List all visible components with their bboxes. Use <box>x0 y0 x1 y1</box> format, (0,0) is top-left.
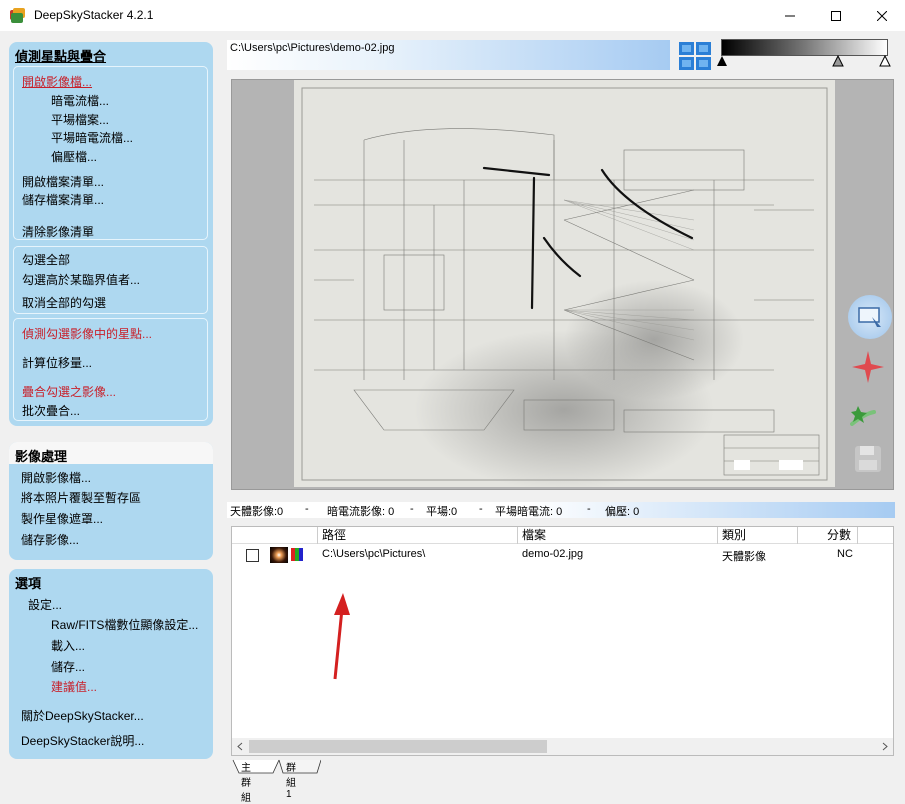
settings-link[interactable]: 設定... <box>28 596 62 613</box>
comet-tool[interactable] <box>848 391 888 431</box>
status-separator: - <box>587 503 591 515</box>
light-count: 天體影像:0 <box>230 506 284 518</box>
row-path: C:\Users\pc\Pictures\ <box>322 548 426 560</box>
check-all-link[interactable]: 勾選全部 <box>22 251 70 268</box>
row-type: 天體影像 <box>722 551 766 563</box>
black-point-slider[interactable] <box>717 56 727 66</box>
window-title: DeepSkyStacker 4.2.1 <box>34 8 154 22</box>
row-checkbox[interactable] <box>246 549 259 562</box>
tab-main-group[interactable]: 主群組 <box>241 759 251 804</box>
check-above-link[interactable]: 勾選高於某臨界值者... <box>22 271 140 288</box>
register-panel: 偵測星點與疊合 開啟影像檔... 暗電流檔... 平場檔案... 平場暗電流檔.… <box>9 42 213 426</box>
scrollbar-thumb[interactable] <box>249 740 547 753</box>
select-rect-tool[interactable] <box>848 295 892 339</box>
stack-group: 偵測勾選影像中的星點... 計算位移量... 疊合勾選之影像... 批次疊合..… <box>13 318 208 421</box>
comet-icon <box>850 406 876 426</box>
copy-to-clipboard-link[interactable]: 將本照片覆製至暫存區 <box>21 489 141 506</box>
offset-count: 偏壓: 0 <box>605 506 640 518</box>
flat-files-link[interactable]: 平場檔案... <box>51 111 109 128</box>
flat-count: 平場:0 <box>426 506 458 518</box>
table-header: 路徑 檔案 類別 分數 <box>232 527 893 544</box>
client-area: 偵測星點與疊合 開啟影像檔... 暗電流檔... 平場檔案... 平場暗電流檔.… <box>0 31 905 804</box>
four-corners-icon[interactable] <box>678 41 712 71</box>
stack-checked-link[interactable]: 疊合勾選之影像... <box>22 383 116 400</box>
status-separator: - <box>305 503 309 515</box>
red-arrow-annotation <box>333 593 350 680</box>
register-checked-link[interactable]: 偵測勾選影像中的星點... <box>22 325 152 342</box>
file-count-status: 天體影像:0 - 暗電流影像: 0 - 平場:0 - 平場暗電流: 0 - 偏壓… <box>227 502 895 518</box>
title-bar: DeepSkyStacker 4.2.1 <box>0 0 905 31</box>
status-separator: - <box>479 503 483 515</box>
image-path-bar: C:\Users\pc\Pictures\demo-02.jpg <box>227 40 670 70</box>
tab-group-1[interactable]: 群組 1 <box>286 759 296 800</box>
image-path: C:\Users\pc\Pictures\demo-02.jpg <box>230 42 395 54</box>
help-link[interactable]: DeepSkyStacker說明... <box>21 732 144 749</box>
file-list-table: 路徑 檔案 類別 分數 C:\Users\pc\Pictures\ demo-0… <box>231 526 894 756</box>
scroll-right-icon[interactable] <box>881 742 889 751</box>
save-settings-link[interactable]: 儲存... <box>51 658 85 675</box>
processing-heading: 影像處理 <box>15 449 68 464</box>
midtone-slider[interactable] <box>832 55 844 67</box>
load-settings-link[interactable]: 載入... <box>51 637 85 654</box>
clear-list-link[interactable]: 清除影像清單 <box>22 223 94 240</box>
status-separator: - <box>410 503 414 515</box>
create-starmask-link[interactable]: 製作星像遮罩... <box>21 510 103 527</box>
select-rectangle-icon <box>858 307 881 327</box>
table-row[interactable]: C:\Users\pc\Pictures\ demo-02.jpg 天體影像 N… <box>232 545 893 566</box>
register-heading: 偵測星點與疊合 <box>15 49 107 64</box>
rgb-color-icon <box>291 548 303 561</box>
scroll-left-icon[interactable] <box>236 742 244 751</box>
batch-stacking-link[interactable]: 批次疊合... <box>22 402 80 419</box>
star-point-icon <box>852 351 884 383</box>
image-viewer[interactable] <box>231 79 894 490</box>
dark-flat-files-link[interactable]: 平場暗電流檔... <box>51 129 133 146</box>
row-file: demo-02.jpg <box>522 548 584 560</box>
horizontal-scrollbar[interactable] <box>232 738 893 755</box>
open-file-list-link[interactable]: 開啟檔案清單... <box>22 173 104 190</box>
save-tool[interactable] <box>848 439 888 479</box>
close-icon <box>876 10 887 21</box>
dark-count: 暗電流影像: 0 <box>327 506 395 518</box>
column-header-type[interactable]: 類別 <box>718 527 798 544</box>
options-heading: 選項 <box>15 576 42 591</box>
column-header-score[interactable]: 分數 <box>798 527 858 544</box>
open-files-group: 開啟影像檔... 暗電流檔... 平場檔案... 平場暗電流檔... 偏壓檔..… <box>13 66 208 240</box>
open-images-link[interactable]: 開啟影像檔... <box>22 73 92 90</box>
offset-files-link[interactable]: 偏壓檔... <box>51 148 97 165</box>
white-point-slider[interactable] <box>879 55 891 67</box>
dark-files-link[interactable]: 暗電流檔... <box>51 92 109 109</box>
save-file-list-link[interactable]: 儲存檔案清單... <box>22 191 104 208</box>
about-link[interactable]: 關於DeepSkyStacker... <box>21 707 144 724</box>
uncheck-all-link[interactable]: 取消全部的勾選 <box>22 294 106 311</box>
raw-fits-settings-link[interactable]: Raw/FITS檔數位顯像設定... <box>51 616 198 633</box>
options-panel: 選項 設定... Raw/FITS檔數位顯像設定... 載入... 儲存... … <box>9 569 213 759</box>
loaded-image <box>294 80 835 490</box>
check-group: 勾選全部 勾選高於某臨界值者... 取消全部的勾選 <box>13 246 208 314</box>
drawing-image <box>294 80 835 490</box>
open-image-link[interactable]: 開啟影像檔... <box>21 469 91 486</box>
app-logo-icon <box>10 8 25 23</box>
column-header-path[interactable]: 路徑 <box>318 527 518 544</box>
gamma-sliders <box>717 55 891 67</box>
processing-panel: 影像處理 開啟影像檔... 將本照片覆製至暫存區 製作星像遮罩... 儲存影像.… <box>9 442 213 560</box>
column-header-blank <box>232 527 318 544</box>
save-image-link[interactable]: 儲存影像... <box>21 531 79 548</box>
recommended-settings-link[interactable]: 建議值... <box>51 678 97 695</box>
compute-offsets-link[interactable]: 計算位移量... <box>22 354 92 371</box>
minimize-button[interactable] <box>767 0 812 31</box>
add-star-tool[interactable] <box>848 347 888 387</box>
gamma-gradient <box>721 39 888 56</box>
floppy-save-icon <box>855 446 881 472</box>
maximize-button[interactable] <box>813 0 858 31</box>
minimize-icon <box>784 15 795 16</box>
close-button[interactable] <box>859 0 904 31</box>
light-frame-icon <box>270 547 288 563</box>
row-score: NC <box>837 548 853 560</box>
column-header-file[interactable]: 檔案 <box>518 527 718 544</box>
dark-flat-count: 平場暗電流: 0 <box>495 506 563 518</box>
maximize-icon <box>830 10 841 21</box>
